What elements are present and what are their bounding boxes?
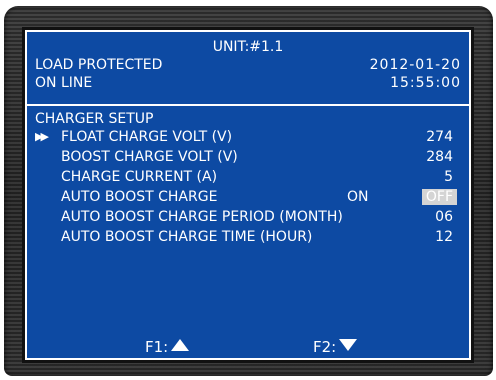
float-charge-volt-label[interactable]: FLOAT CHARGE VOLT (V) bbox=[61, 129, 232, 145]
auto-boost-time-value[interactable]: 12 bbox=[435, 229, 453, 245]
charge-current-value[interactable]: 5 bbox=[444, 169, 453, 185]
f1-label: F1: bbox=[145, 338, 169, 356]
unit-id: UNIT:#1.1 bbox=[212, 39, 284, 55]
f1-key[interactable]: F1: bbox=[145, 338, 190, 356]
f2-label: F2: bbox=[313, 338, 337, 356]
status-header: UNIT:#1.1 LOAD PROTECTED ON LINE 2012-01… bbox=[27, 32, 469, 106]
f2-key[interactable]: F2: bbox=[313, 338, 358, 356]
boost-charge-volt-label[interactable]: BOOST CHARGE VOLT (V) bbox=[61, 149, 238, 165]
charge-current-label[interactable]: CHARGE CURRENT (A) bbox=[61, 169, 217, 185]
auto-boost-period-value[interactable]: 06 bbox=[435, 209, 453, 225]
time-display: 15:55:00 bbox=[390, 75, 461, 91]
auto-boost-time-label[interactable]: AUTO BOOST CHARGE TIME (HOUR) bbox=[61, 229, 312, 245]
auto-boost-charge-label[interactable]: AUTO BOOST CHARGE bbox=[61, 189, 217, 205]
up-triangle-icon bbox=[171, 339, 190, 351]
auto-boost-period-label[interactable]: AUTO BOOST CHARGE PERIOD (MONTH) bbox=[61, 209, 343, 225]
lcd-screen: UNIT:#1.1 LOAD PROTECTED ON LINE 2012-01… bbox=[22, 27, 474, 363]
selection-cursor-icon: ▶▶ bbox=[35, 130, 49, 143]
line-status: ON LINE bbox=[35, 75, 93, 91]
float-charge-volt-value[interactable]: 274 bbox=[426, 129, 453, 145]
load-status: LOAD PROTECTED bbox=[35, 57, 163, 73]
section-title: CHARGER SETUP bbox=[35, 111, 154, 127]
auto-boost-on-option[interactable]: ON bbox=[347, 189, 369, 205]
down-triangle-icon bbox=[339, 339, 358, 351]
date-display: 2012-01-20 bbox=[369, 57, 461, 73]
auto-boost-off-option[interactable]: OFF bbox=[421, 189, 457, 205]
boost-charge-volt-value[interactable]: 284 bbox=[426, 149, 453, 165]
